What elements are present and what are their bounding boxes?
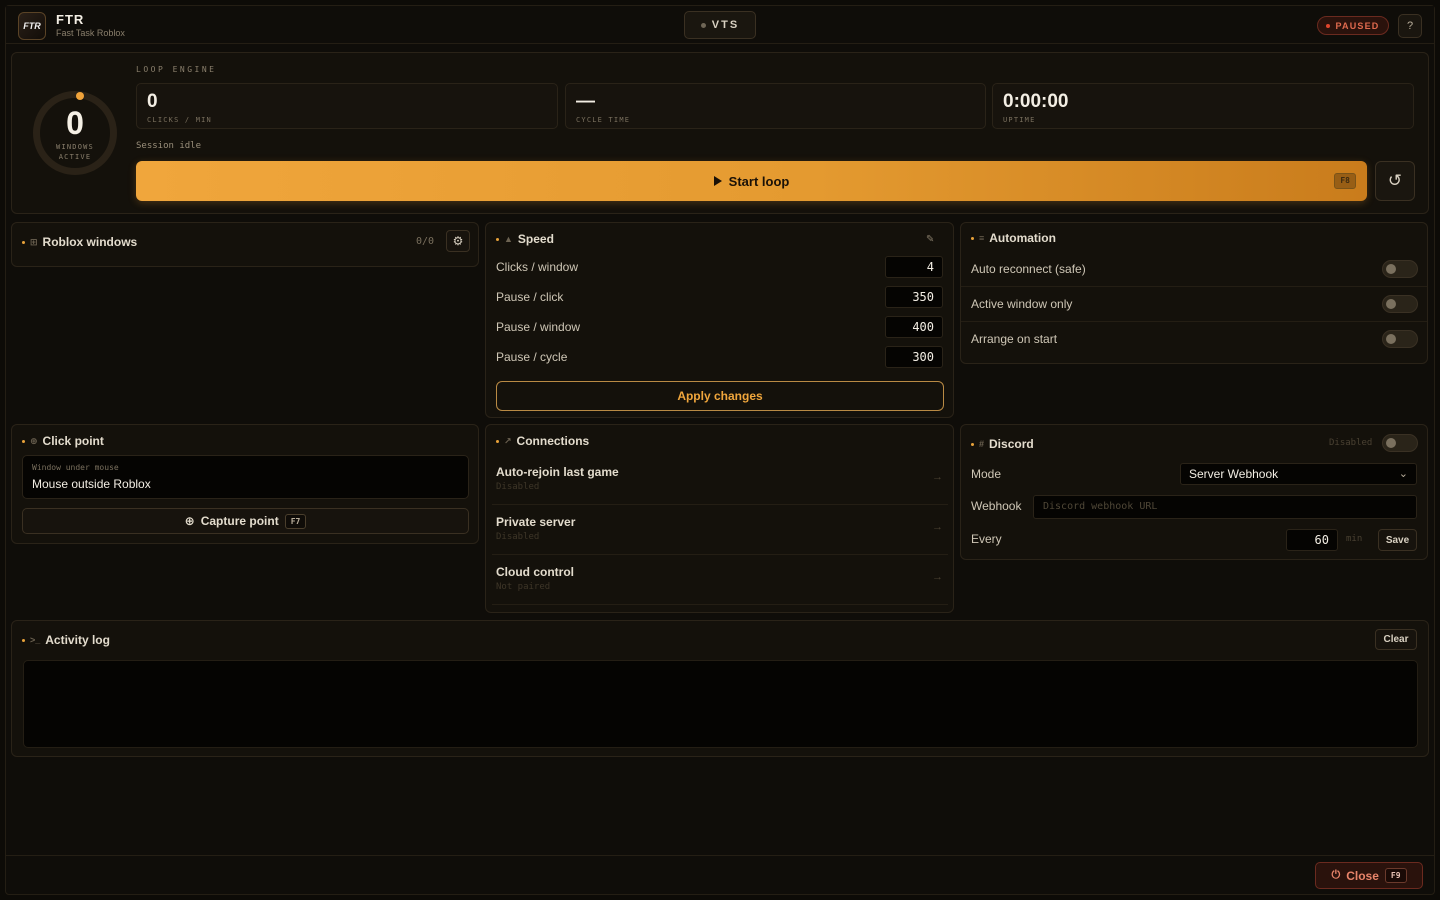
click-point-panel: ⊕ Click point Window under mouse Mouse o… [11,424,479,544]
discord-every-input[interactable]: 60 [1286,529,1338,551]
bullet-icon [22,240,25,244]
windows-active-label: WINDOWS ACTIVE [56,143,94,161]
apply-changes-button[interactable]: Apply changes [496,381,944,411]
connections-title: ↗ Connections [496,434,589,448]
bullet-icon [22,439,25,443]
close-hotkey: F9 [1384,868,1407,883]
footer-divider [6,855,1434,856]
speed-label-pause-per-window: Pause / window [496,320,581,334]
terminal-icon: >_ [30,635,41,645]
speed-title: ▲ Speed [496,232,554,246]
discord-webhook-input[interactable]: Discord webhook URL [1033,495,1417,519]
play-icon [713,176,722,186]
arrow-right-icon: → [932,521,943,533]
reset-button[interactable]: ↺ [1375,161,1415,201]
app-subtitle: Fast Task Roblox [56,28,125,38]
window-under-mouse-display: Window under mouse Mouse outside Roblox [22,455,469,499]
speed-label-pause-per-cycle: Pause / cycle [496,350,568,364]
start-hotkey: F8 [1334,173,1356,189]
pause-per-cycle-input[interactable]: 300 [885,346,943,368]
gear-icon[interactable]: ⚙ [446,230,470,252]
connection-auto-rejoin[interactable]: Auto-rejoin last game Disabled → [492,455,948,505]
automation-lines-icon: ≡ [979,233,985,243]
discord-save-button[interactable]: Save [1378,529,1417,551]
connections-panel: ↗ Connections Auto-rejoin last game Disa… [485,424,954,613]
arrange-on-start-toggle[interactable] [1382,330,1418,348]
vts-status-dot-icon [700,22,706,28]
bullet-icon [22,638,25,642]
bullet-icon [496,439,499,443]
app-title: FTR [56,12,85,27]
paused-dot-icon [1326,23,1331,28]
activity-log-title: >_ Activity log [22,633,110,647]
ring-indicator-dot-icon [76,92,84,100]
discord-toggle[interactable] [1382,434,1418,452]
pause-per-window-input[interactable]: 400 [885,316,943,338]
automation-panel: ≡ Automation Auto reconnect (safe) Activ… [960,222,1428,364]
link-icon: ↗ [504,435,512,446]
app-logo: FTR [18,12,46,40]
bullet-icon [971,236,974,240]
arrow-right-icon: → [932,571,943,583]
chevron-down-icon: ⌄ [1398,468,1408,480]
discord-mode-select[interactable]: Server Webhook ⌄ [1180,463,1417,485]
discord-panel: # Discord Disabled Mode Server Webhook ⌄… [960,424,1428,560]
click-point-title: ⊕ Click point [22,434,104,448]
pause-per-click-input[interactable]: 350 [885,286,943,308]
connection-private-server[interactable]: Private server Disabled → [492,505,948,555]
speed-label-clicks-per-window: Clicks / window [496,260,579,274]
automation-row-arrange-on-start: Arrange on start [961,322,1427,357]
roblox-windows-panel: ⊞ Roblox windows 0/0 ⚙ [11,222,479,267]
discord-mode-label: Mode [971,467,1002,481]
bullet-icon [496,237,499,241]
windows-active-count: 0 [66,105,84,141]
start-loop-button[interactable]: Start loop F8 [136,161,1367,201]
capture-point-button[interactable]: ⊕ Capture point F7 [22,508,469,534]
speed-label-pause-per-click: Pause / click [496,290,564,304]
activity-log-output [23,660,1418,748]
speed-triangle-icon: ▲ [504,234,513,244]
speed-panel: ▲ Speed ✎ Clicks / window 4 Pause / clic… [485,222,954,418]
discord-webhook-label: Webhook [971,499,1022,513]
arrow-right-icon: → [932,471,943,483]
loop-engine-title: LOOP ENGINE [136,65,217,74]
active-window-only-toggle[interactable] [1382,295,1418,313]
power-icon: ⏻ [1331,869,1341,881]
roblox-windows-title: ⊞ Roblox windows [22,235,137,249]
activity-log-panel: >_ Activity log Clear [11,620,1429,757]
discord-every-unit: min [1346,534,1363,544]
pencil-icon[interactable]: ✎ [926,234,934,245]
session-status: Session idle [136,141,202,151]
status-badge: PAUSED [1317,16,1389,35]
clear-log-button[interactable]: Clear [1375,629,1417,650]
auto-reconnect-toggle[interactable] [1382,260,1418,278]
loop-engine-panel: 0 WINDOWS ACTIVE LOOP ENGINE 0 CLICKS / … [11,52,1429,214]
automation-row-active-window: Active window only [961,287,1427,322]
discord-title: # Discord [971,437,1034,451]
stat-cycle-time: — CYCLE TIME [565,83,986,129]
clicks-per-window-input[interactable]: 4 [885,256,943,278]
help-button[interactable]: ? [1398,14,1422,38]
title-bar: FTR FTR Fast Task Roblox VTS PAUSED ? [6,6,1434,44]
windows-grid-icon: ⊞ [30,236,38,247]
crosshair-icon: ⊕ [30,435,38,446]
automation-title: ≡ Automation [971,231,1056,245]
close-button[interactable]: ⏻ Close F9 [1315,862,1423,889]
connection-cloud-control[interactable]: Cloud control Not paired → [492,555,948,605]
vts-button[interactable]: VTS [684,11,756,39]
bullet-icon [971,442,974,446]
discord-every-label: Every [971,532,1002,546]
roblox-windows-count: 0/0 [416,236,435,247]
capture-hotkey: F7 [284,513,307,529]
discord-state-label: Disabled [1329,438,1373,448]
crosshair-icon: ⊕ [184,514,195,528]
stat-clicks-per-min: 0 CLICKS / MIN [136,83,558,129]
automation-row-auto-reconnect: Auto reconnect (safe) [961,252,1427,287]
stat-uptime: 0:00:00 UPTIME [992,83,1414,129]
hash-icon: # [979,439,985,449]
